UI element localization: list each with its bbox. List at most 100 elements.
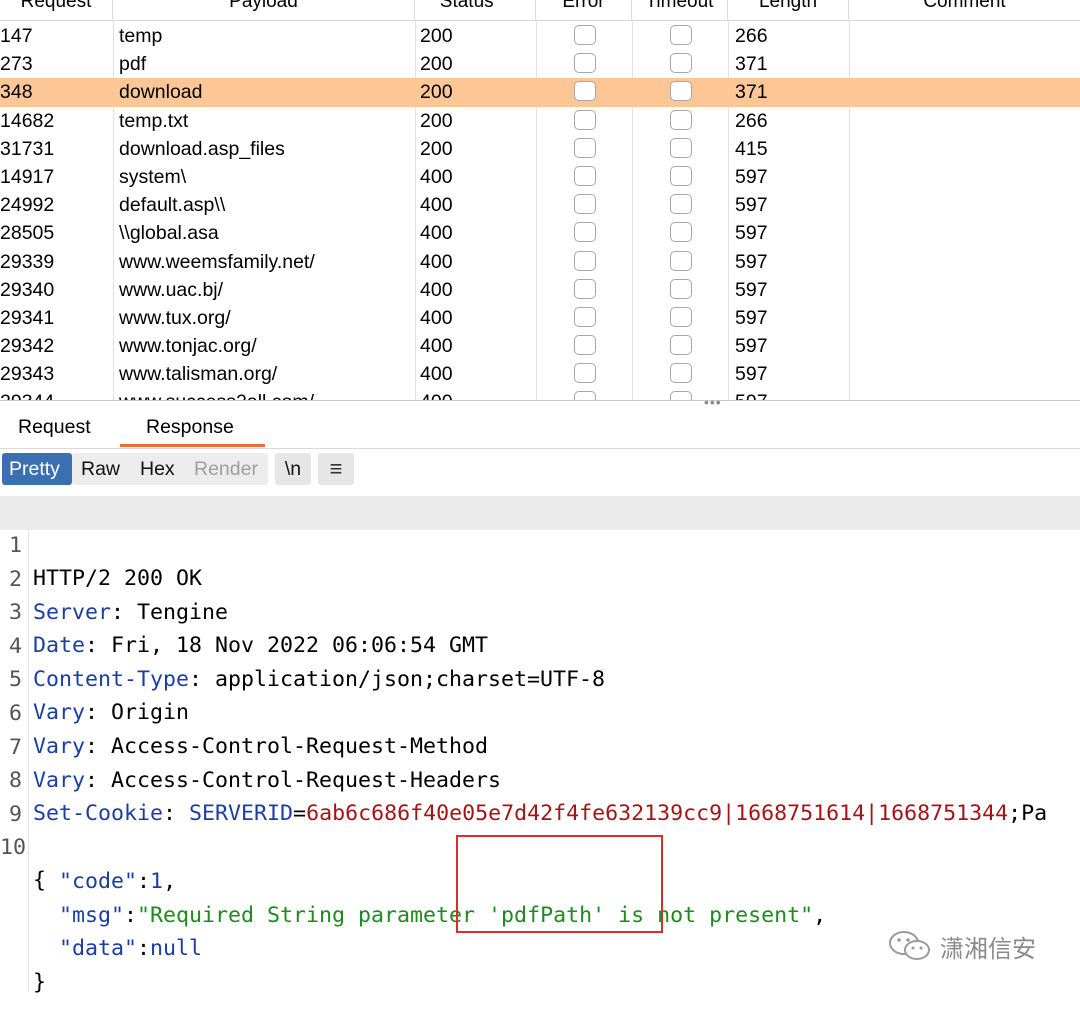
newline-toggle-button[interactable]: \n xyxy=(275,453,311,485)
error-checkbox[interactable] xyxy=(574,53,596,74)
cell-length: 597 xyxy=(735,335,768,358)
timeout-checkbox[interactable] xyxy=(670,81,692,102)
cell-payload: www.tux.org/ xyxy=(119,306,231,329)
table-header: Request Payload Status ⌃ Error Timeout Le… xyxy=(0,0,1080,21)
error-checkbox[interactable] xyxy=(574,278,596,299)
code-line: 7 Vary: Access-Control-Request-Headers xyxy=(0,698,1080,793)
column-timeout[interactable]: Timeout xyxy=(632,0,728,20)
timeout-checkbox[interactable] xyxy=(670,53,692,74)
cell-payload: download xyxy=(119,81,203,104)
table-row[interactable]: 29342 www.tonjac.org/400 597 xyxy=(0,332,1080,360)
cell-status: 200 xyxy=(420,53,453,76)
table-row[interactable]: 273 pdf 200 371 xyxy=(0,50,1080,78)
hex-button[interactable]: Hex xyxy=(133,453,182,485)
error-checkbox[interactable] xyxy=(574,250,596,271)
error-checkbox[interactable] xyxy=(574,222,596,243)
menu-icon[interactable]: ≡ xyxy=(318,453,354,485)
column-error[interactable]: Error xyxy=(536,0,632,20)
timeout-checkbox[interactable] xyxy=(670,335,692,356)
code-line: 5 Vary: Origin xyxy=(0,630,1080,725)
error-checkbox[interactable] xyxy=(574,165,596,186)
error-checkbox[interactable] xyxy=(574,306,596,327)
code-line: 6 Vary: Access-Control-Request-Method xyxy=(0,664,1080,759)
cell-payload: \\global.asa xyxy=(119,222,219,245)
request-response-tabs: Request Response xyxy=(0,408,1080,449)
column-request[interactable]: Request xyxy=(0,0,113,20)
cell-request: 29341 xyxy=(0,306,55,329)
table-row[interactable]: 29341 www.tux.org/400 597 xyxy=(0,304,1080,332)
cell-status: 400 xyxy=(420,278,453,301)
cell-length: 597 xyxy=(735,194,768,217)
cell-request: 31731 xyxy=(0,137,55,160)
cell-payload: www.talisman.org/ xyxy=(119,363,278,386)
render-button[interactable]: Render xyxy=(187,453,265,485)
table-row[interactable]: 147 temp 200 266 xyxy=(0,22,1080,50)
error-checkbox[interactable] xyxy=(574,363,596,384)
cell-request: 348 xyxy=(0,81,33,104)
cell-status: 400 xyxy=(420,335,453,358)
code-line: 3 Date: Fri, 18 Nov 2022 06:06:54 GMT xyxy=(0,563,1080,658)
table-row[interactable]: 14917 system\ 400 597 xyxy=(0,163,1080,191)
tab-response[interactable]: Response xyxy=(146,416,234,439)
column-length[interactable]: Length xyxy=(728,0,849,20)
error-checkbox[interactable] xyxy=(574,81,596,102)
table-row[interactable]: 29339 www.weemsfamily.net/400 597 xyxy=(0,248,1080,276)
cell-request: 24992 xyxy=(0,194,55,217)
table-row[interactable]: 14682 temp.txt 200 266 xyxy=(0,107,1080,135)
timeout-checkbox[interactable] xyxy=(670,306,692,327)
table-row[interactable]: 348 download 200 371 xyxy=(0,78,1080,107)
table-row[interactable]: 29343 www.talisman.org/400 597 xyxy=(0,360,1080,388)
cell-payload: system\ xyxy=(119,165,187,188)
cell-request: 29343 xyxy=(0,363,55,386)
cell-request: 29340 xyxy=(0,278,55,301)
cell-status: 400 xyxy=(420,222,453,245)
cell-payload: www.weemsfamily.net/ xyxy=(119,250,315,273)
pretty-button[interactable]: Pretty xyxy=(2,453,72,485)
cell-request: 29342 xyxy=(0,335,55,358)
timeout-checkbox[interactable] xyxy=(670,222,692,243)
column-comment[interactable]: Comment xyxy=(849,0,1080,20)
table-row[interactable]: 29340 www.uac.bj/400 597 xyxy=(0,276,1080,304)
cell-status: 200 xyxy=(420,81,453,104)
cell-payload: temp xyxy=(119,25,163,47)
cell-request: 14682 xyxy=(0,109,55,132)
cell-length: 597 xyxy=(735,306,768,329)
error-checkbox[interactable] xyxy=(574,335,596,356)
cell-request: 28505 xyxy=(0,222,55,245)
cell-payload: www.tonjac.org/ xyxy=(119,335,257,358)
timeout-checkbox[interactable] xyxy=(670,25,692,45)
raw-button[interactable]: Raw xyxy=(74,453,128,485)
cell-length: 597 xyxy=(735,363,768,386)
cell-payload: temp.txt xyxy=(119,109,189,132)
column-status[interactable]: Status ⌃ xyxy=(415,0,536,20)
timeout-checkbox[interactable] xyxy=(670,363,692,384)
table-row[interactable]: 31731 download.asp_files 200 415 xyxy=(0,135,1080,163)
error-checkbox[interactable] xyxy=(574,137,596,158)
timeout-checkbox[interactable] xyxy=(670,109,692,130)
timeout-checkbox[interactable] xyxy=(670,194,692,215)
cell-status: 400 xyxy=(420,165,453,188)
table-row[interactable]: 28505 \\global.asa 400 597 xyxy=(0,219,1080,247)
cell-status: 400 xyxy=(420,250,453,273)
watermark-text: 潇湘信安 xyxy=(940,934,1036,963)
code-line: 1 HTTP/2 200 OK xyxy=(0,496,1080,591)
timeout-checkbox[interactable] xyxy=(670,250,692,271)
code-line: 10 { xyxy=(0,798,1080,893)
tab-request[interactable]: Request xyxy=(18,416,91,439)
cell-status: 400 xyxy=(420,194,453,217)
timeout-checkbox[interactable] xyxy=(670,165,692,186)
error-checkbox[interactable] xyxy=(574,109,596,130)
column-payload[interactable]: Payload xyxy=(113,0,415,20)
cell-length: 597 xyxy=(735,222,768,245)
timeout-checkbox[interactable] xyxy=(670,137,692,158)
error-checkbox[interactable] xyxy=(574,25,596,45)
active-tab-indicator xyxy=(120,444,265,447)
table-row[interactable]: 24992 default.asp\\ 400 597 xyxy=(0,191,1080,219)
error-checkbox[interactable] xyxy=(574,194,596,215)
cell-request: 14917 xyxy=(0,165,55,188)
cell-status: 200 xyxy=(420,25,453,47)
pane-splitter[interactable]: ••• xyxy=(0,394,1080,410)
cell-request: 273 xyxy=(0,53,33,76)
timeout-checkbox[interactable] xyxy=(670,278,692,299)
code-line: 8 Set-Cookie: SERVERID=6ab6c686f40e05e7d… xyxy=(0,731,1080,826)
